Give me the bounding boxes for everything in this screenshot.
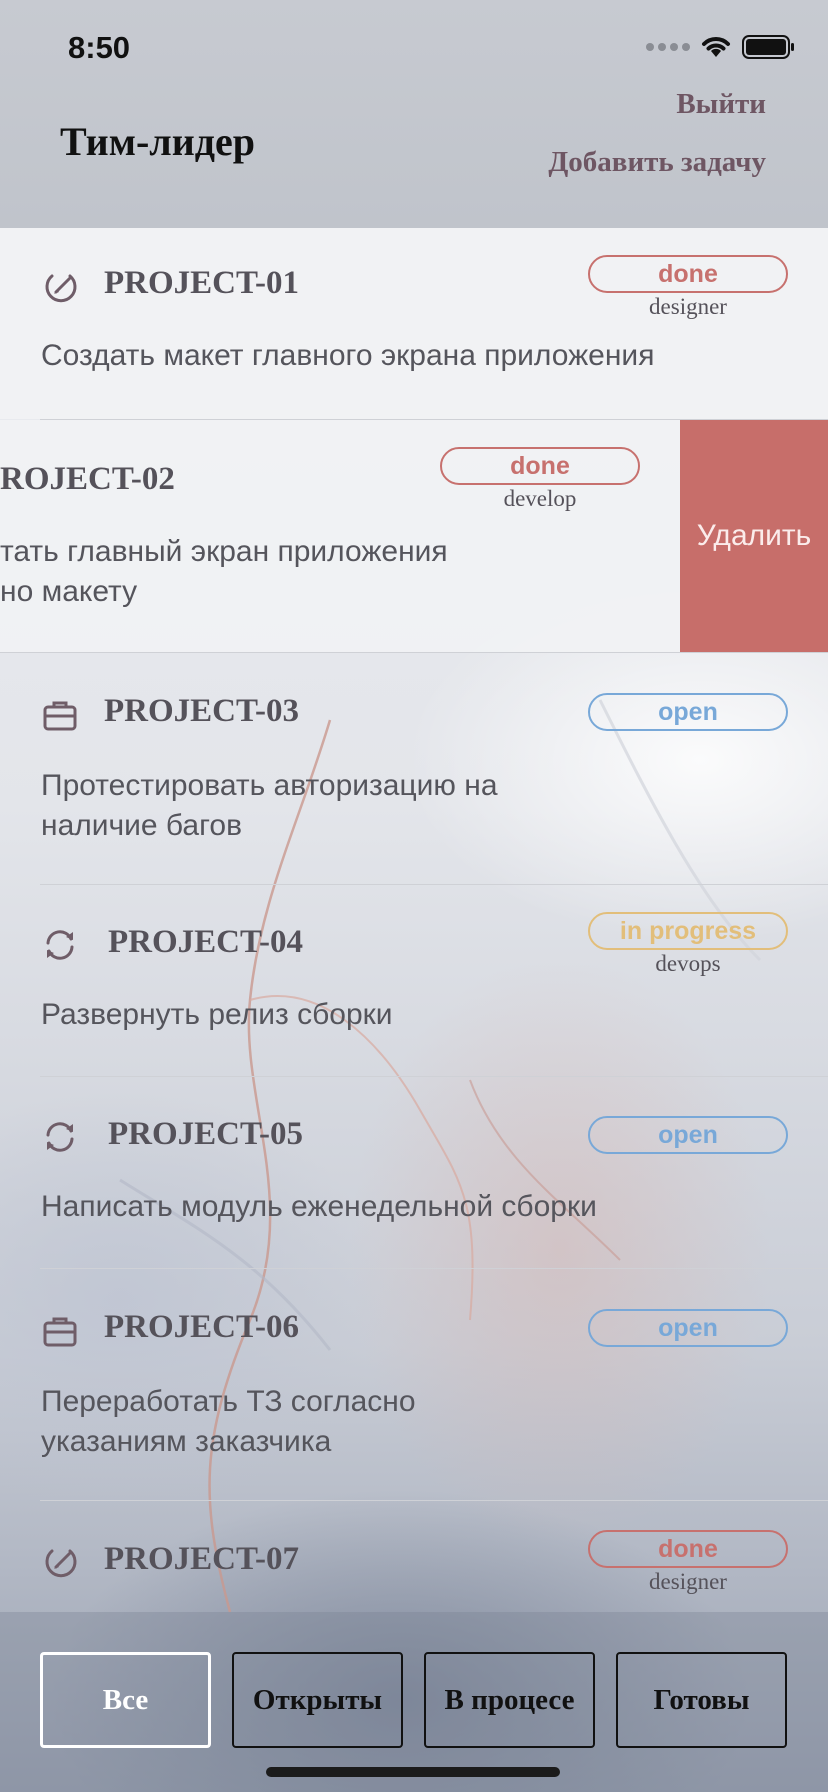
task-id: PROJECT-07 xyxy=(104,1541,299,1577)
task-description: Протестировать авторизацию на наличие ба… xyxy=(41,766,761,846)
wifi-icon xyxy=(702,37,730,57)
design-pencil-icon xyxy=(45,274,77,303)
task-cell-project-06[interactable]: PROJECT-06 open Переработать ТЗ согласно… xyxy=(0,1269,828,1501)
status-badge: open xyxy=(588,1309,788,1347)
task-description: Написать модуль еженедельной сборки xyxy=(41,1190,597,1223)
task-description-line-1: тать главный экран приложения xyxy=(0,535,448,568)
task-description-line-2: указаниям заказчика xyxy=(41,1425,332,1458)
task-cell-project-03[interactable]: PROJECT-03 open Протестировать авторизац… xyxy=(0,653,828,885)
task-description: Создать макет главного экрана приложения xyxy=(41,339,655,372)
task-id: PROJECT-01 xyxy=(104,265,299,301)
home-indicator xyxy=(266,1767,560,1777)
task-cell-project-05[interactable]: PROJECT-05 open Написать модуль еженедел… xyxy=(0,1077,828,1268)
task-role: designer xyxy=(649,1569,727,1594)
task-id: PROJECT-06 xyxy=(104,1309,299,1345)
task-cell-project-04[interactable]: PROJECT-04 in progress devops Развернуть… xyxy=(0,885,828,1076)
task-description: Переработать ТЗ согласно указаниям заказ… xyxy=(41,1382,761,1462)
task-description: тать главный экран приложения но макету xyxy=(0,532,720,612)
navigation-header: 8:50 Тим-лидер Выйти Добавить задачу xyxy=(0,0,828,228)
refresh-icon xyxy=(46,930,74,960)
filter-bar: Все Открыты В процесе Готовы xyxy=(0,1612,828,1792)
status-badge: in progress xyxy=(588,912,788,950)
status-badge: open xyxy=(588,693,788,731)
briefcase-icon xyxy=(43,1317,77,1347)
task-role: designer xyxy=(649,294,727,319)
task-role: develop xyxy=(503,486,577,511)
status-badge: done xyxy=(588,1530,788,1568)
task-description-line-1: Протестировать авторизацию на xyxy=(41,769,498,802)
filter-in-progress-button[interactable]: В процесе xyxy=(424,1652,595,1748)
task-description: Развернуть релиз сборки xyxy=(41,998,393,1031)
task-cell-project-02[interactable]: ROJECT-02 done develop тать главный экра… xyxy=(0,420,828,652)
design-pencil-icon xyxy=(45,1549,77,1578)
task-cell-project-01[interactable]: PROJECT-01 done designer Создать макет г… xyxy=(0,228,828,419)
task-id: PROJECT-05 xyxy=(108,1116,303,1152)
page-title: Тим-лидер xyxy=(60,119,256,164)
status-badge: done xyxy=(440,447,640,485)
status-badge: open xyxy=(588,1116,788,1154)
status-badge: done xyxy=(588,255,788,293)
filter-all-button[interactable]: Все xyxy=(40,1652,211,1748)
cellular-signal-icon xyxy=(646,43,690,51)
filter-done-button[interactable]: Готовы xyxy=(616,1652,787,1748)
refresh-icon xyxy=(46,1122,74,1152)
add-task-button[interactable]: Добавить задачу xyxy=(548,146,766,179)
status-time: 8:50 xyxy=(68,30,131,65)
task-description-line-2: наличие багов xyxy=(41,809,243,842)
task-id: PROJECT-03 xyxy=(104,693,299,729)
task-id: PROJECT-04 xyxy=(108,924,303,960)
logout-button[interactable]: Выйти xyxy=(676,88,766,121)
briefcase-icon xyxy=(43,701,77,731)
battery-icon xyxy=(742,35,794,59)
task-id: ROJECT-02 xyxy=(0,461,175,497)
task-description-line-2: но макету xyxy=(0,575,138,608)
task-cell-project-07[interactable]: PROJECT-07 done designer xyxy=(0,1501,828,1612)
task-description-line-1: Переработать ТЗ согласно xyxy=(41,1385,416,1418)
status-icons xyxy=(646,34,796,60)
delete-button[interactable]: Удалить xyxy=(680,420,828,652)
filter-open-button[interactable]: Открыты xyxy=(232,1652,403,1748)
task-role: devops xyxy=(655,951,721,976)
